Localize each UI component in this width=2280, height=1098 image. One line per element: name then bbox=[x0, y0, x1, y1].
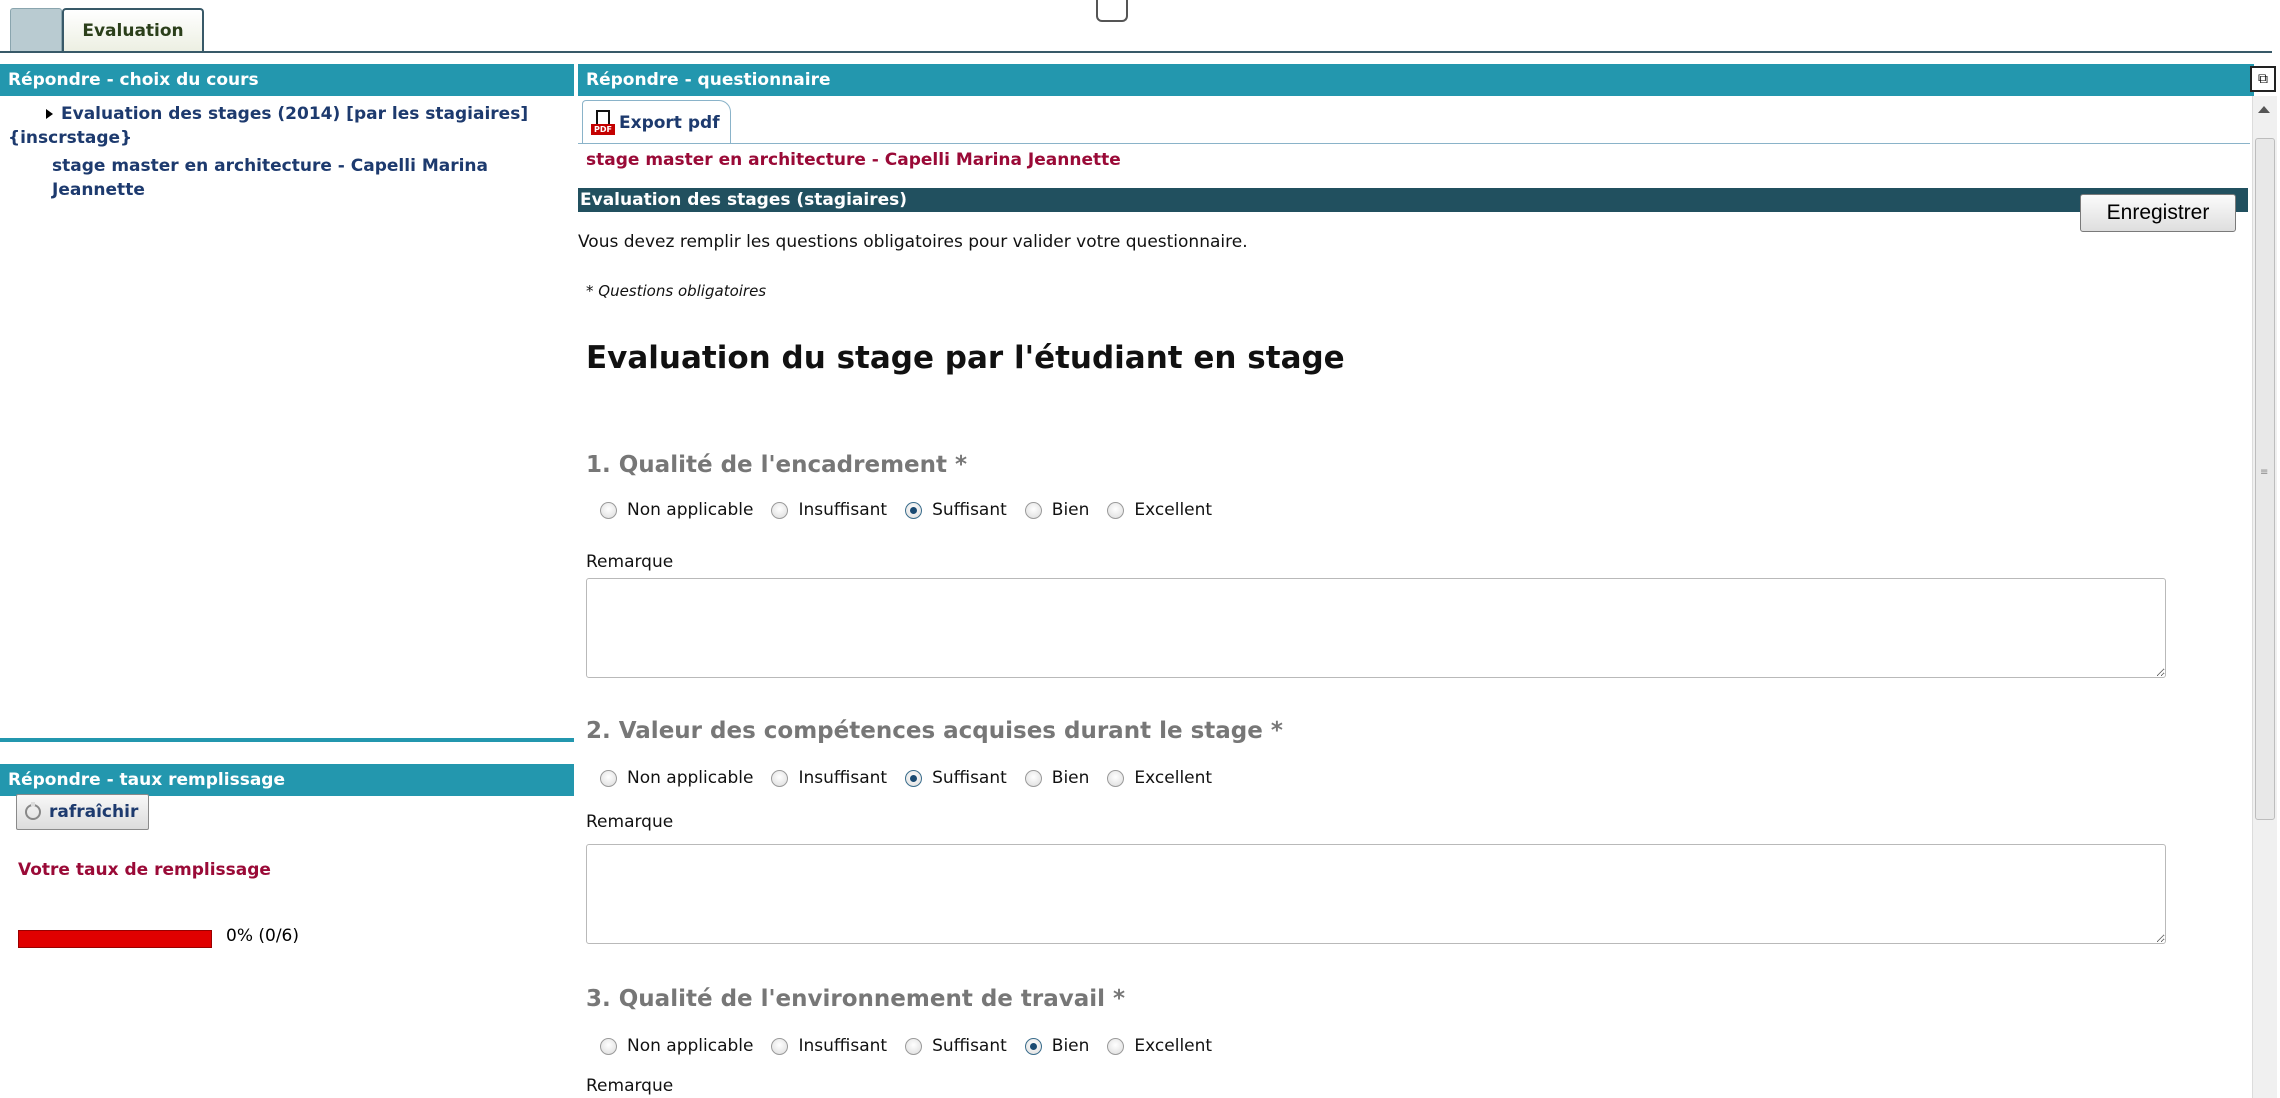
radio-button[interactable] bbox=[1024, 769, 1042, 787]
radio-button[interactable] bbox=[1107, 1037, 1125, 1055]
tab-blank[interactable] bbox=[10, 8, 62, 53]
radio-button[interactable] bbox=[600, 1037, 617, 1055]
radio-option-label: Excellent bbox=[1134, 768, 1213, 788]
scrollbar-thumb[interactable]: ≡ bbox=[2255, 138, 2275, 820]
question-2-remark-label: Remarque bbox=[586, 812, 674, 832]
question-3-option[interactable]: Suffisant bbox=[905, 1036, 1007, 1056]
radio-option-label: Insuffisant bbox=[798, 500, 888, 520]
radio-button[interactable] bbox=[1107, 501, 1125, 519]
question-2-option[interactable]: Excellent bbox=[1107, 768, 1212, 788]
question-3-option[interactable]: Non applicable bbox=[600, 1036, 753, 1056]
radio-button[interactable] bbox=[1107, 769, 1125, 787]
question-1-option[interactable]: Insuffisant bbox=[771, 500, 887, 520]
question-1-option[interactable]: Excellent bbox=[1107, 500, 1212, 520]
radio-option-label: Bien bbox=[1051, 768, 1090, 788]
radio-button[interactable] bbox=[771, 769, 789, 787]
refresh-button[interactable]: rafraîchir bbox=[16, 794, 150, 830]
export-pdf-label: Export pdf bbox=[619, 112, 720, 133]
scroll-grip-icon: ≡ bbox=[2260, 467, 2269, 478]
question-2-option[interactable]: Non applicable bbox=[600, 768, 753, 788]
course-choice-title: Répondre - choix du cours bbox=[0, 64, 574, 96]
question-2-title: 2. Valeur des compétences acquises duran… bbox=[586, 718, 1283, 744]
question-3-title: 3. Qualité de l'environnement de travail… bbox=[586, 986, 1126, 1012]
questionnaire-title: Répondre - questionnaire bbox=[578, 64, 2254, 96]
question-1-remark-label: Remarque bbox=[586, 552, 674, 572]
mandatory-note: * Questions obligatoires bbox=[586, 282, 767, 300]
fill-rate-progress-text: 0% (0/6) bbox=[226, 926, 299, 946]
question-1-remark-field[interactable] bbox=[586, 578, 2166, 678]
course-tree: Evaluation des stages (2014) [par les st… bbox=[0, 102, 570, 202]
panel-separator[interactable] bbox=[0, 738, 574, 742]
maximize-icon[interactable]: ⧉ bbox=[2250, 66, 2276, 92]
tab-evaluation-label: Evaluation bbox=[82, 21, 184, 41]
radio-button[interactable] bbox=[905, 769, 923, 787]
radio-button[interactable] bbox=[1024, 501, 1042, 519]
question-1-options: Non applicable Insuffisant Suffisant Bien Ex… bbox=[600, 500, 1230, 520]
radio-button[interactable] bbox=[905, 1037, 923, 1055]
radio-option-label: Suffisant bbox=[932, 1036, 1007, 1056]
radio-option-label: Insuffisant bbox=[798, 1036, 888, 1056]
question-2-option[interactable]: Insuffisant bbox=[771, 768, 887, 788]
question-3-option[interactable]: Insuffisant bbox=[771, 1036, 887, 1056]
question-3-remark-label: Remarque bbox=[586, 1076, 674, 1096]
expand-triangle-icon[interactable] bbox=[46, 109, 53, 119]
radio-option-label: Non applicable bbox=[627, 500, 754, 520]
question-3-option[interactable]: Excellent bbox=[1107, 1036, 1212, 1056]
export-tab-underline bbox=[578, 143, 2250, 144]
radio-button[interactable] bbox=[1024, 1037, 1042, 1055]
radio-option-label: Non applicable bbox=[627, 768, 754, 788]
radio-option-label: Non applicable bbox=[627, 1036, 754, 1056]
course-parent-item[interactable]: Evaluation des stages (2014) [par les st… bbox=[0, 102, 570, 150]
radio-option-label: Suffisant bbox=[932, 768, 1007, 788]
radio-option-label: Bien bbox=[1051, 1036, 1090, 1056]
fill-rate-panel: Répondre - taux remplissage rafraîchir V… bbox=[0, 764, 574, 1098]
refresh-label: rafraîchir bbox=[49, 802, 139, 822]
refresh-icon bbox=[25, 802, 41, 820]
radio-button[interactable] bbox=[771, 1037, 789, 1055]
question-1-title: 1. Qualité de l'encadrement * bbox=[586, 452, 968, 478]
info-text: Vous devez remplir les questions obligat… bbox=[578, 232, 1248, 252]
radio-button[interactable] bbox=[600, 501, 617, 519]
course-child-label: stage master en architecture - Capelli M… bbox=[52, 156, 488, 200]
tab-evaluation[interactable]: Evaluation bbox=[62, 8, 204, 52]
question-1-option[interactable]: Non applicable bbox=[600, 500, 753, 520]
pdf-icon: PDF bbox=[591, 109, 615, 136]
radio-option-label: Excellent bbox=[1134, 500, 1213, 520]
radio-option-label: Insuffisant bbox=[798, 768, 888, 788]
question-2-option[interactable]: Suffisant bbox=[905, 768, 1007, 788]
vertical-scrollbar[interactable]: ≡ bbox=[2252, 96, 2277, 1098]
radio-button[interactable] bbox=[771, 501, 789, 519]
radio-option-label: Bien bbox=[1051, 500, 1090, 520]
fill-rate-title: Répondre - taux remplissage bbox=[0, 764, 574, 796]
fill-rate-progress-bar bbox=[18, 930, 212, 948]
question-3-option[interactable]: Bien bbox=[1024, 1036, 1090, 1056]
radio-button[interactable] bbox=[600, 769, 617, 787]
course-child-item[interactable]: stage master en architecture - Capelli M… bbox=[0, 154, 570, 202]
question-3-options: Non applicable Insuffisant Suffisant Bien Ex… bbox=[600, 1036, 1230, 1056]
save-button[interactable]: Enregistrer bbox=[2080, 194, 2236, 232]
course-choice-panel: Répondre - choix du cours Evaluation des… bbox=[0, 64, 574, 734]
collapse-header-icon[interactable] bbox=[1096, 0, 1128, 22]
radio-option-label: Suffisant bbox=[932, 500, 1007, 520]
fill-rate-label: Votre taux de remplissage bbox=[18, 860, 271, 880]
radio-button[interactable] bbox=[905, 501, 923, 519]
course-parent-label: Evaluation des stages (2014) [par les st… bbox=[8, 104, 529, 148]
section-bar: Evaluation des stages (stagiaires) bbox=[578, 188, 2248, 212]
stage-title: stage master en architecture - Capelli M… bbox=[586, 150, 1121, 170]
tab-bar: Evaluation bbox=[0, 0, 2280, 54]
form-heading: Evaluation du stage par l'étudiant en st… bbox=[586, 340, 1345, 376]
question-1-option[interactable]: Suffisant bbox=[905, 500, 1007, 520]
question-2-options: Non applicable Insuffisant Suffisant Bien Ex… bbox=[600, 768, 1230, 788]
export-pdf-button[interactable]: PDF Export pdf bbox=[582, 100, 731, 144]
question-2-option[interactable]: Bien bbox=[1024, 768, 1090, 788]
question-2-remark-field[interactable] bbox=[586, 844, 2166, 944]
question-1-option[interactable]: Bien bbox=[1024, 500, 1090, 520]
tab-underline bbox=[0, 51, 2272, 53]
radio-option-label: Excellent bbox=[1134, 1036, 1213, 1056]
scroll-up-arrow-icon[interactable] bbox=[2258, 106, 2270, 113]
